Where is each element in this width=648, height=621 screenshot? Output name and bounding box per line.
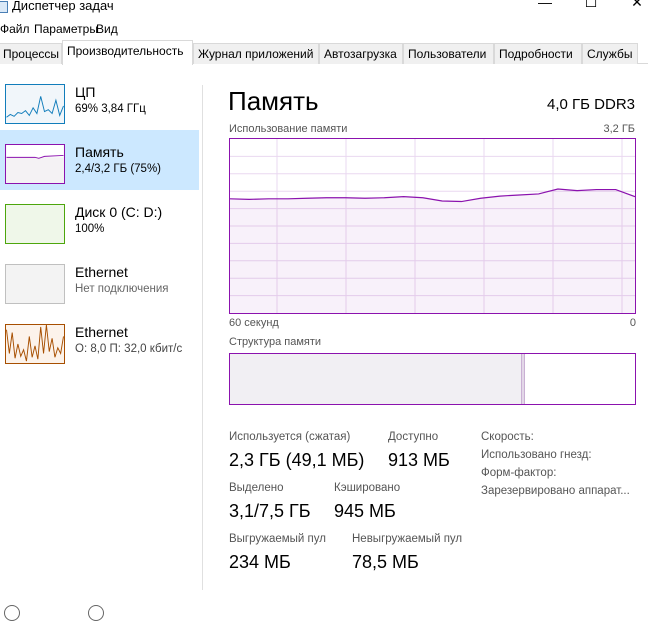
tab-services[interactable]: Службы [582, 43, 638, 64]
usage-area [230, 189, 635, 313]
ethernet-status: Нет подключения [75, 283, 169, 295]
ethernet-label: Ethernet [75, 264, 128, 280]
cpu-thumbnail [5, 84, 65, 124]
memory-spec: 4,0 ГБ DDR3 [547, 96, 635, 113]
available-label: Доступно [388, 431, 439, 443]
committed-label: Выделено [229, 482, 284, 494]
paged-pool-value: 234 МБ [229, 552, 291, 572]
chart-label: Использование памяти [229, 123, 348, 135]
composition-label: Структура памяти [229, 336, 322, 348]
nonpaged-pool-label: Невыгружаемый пул [352, 533, 463, 545]
composition-in-use [230, 354, 522, 404]
disk-usage: 100% [75, 223, 105, 235]
ethernet-throughput: О: 8,0 П: 32,0 кбит/с [75, 343, 183, 355]
tab-processes[interactable]: Процессы [0, 43, 62, 64]
committed-value: 3,1/7,5 ГБ [229, 501, 311, 521]
paged-pool-label: Выгружаемый пул [229, 533, 326, 545]
tab-details[interactable]: Подробности [494, 43, 582, 64]
slots-label: Использовано гнезд: [481, 449, 592, 461]
sidebar-item-ethernet-2[interactable]: Ethernet О: 8,0 П: 32,0 кбит/с [0, 310, 199, 370]
page-title: Память [228, 86, 319, 116]
ethernet-label: Ethernet [75, 324, 128, 340]
fewer-details-icon[interactable] [4, 605, 20, 621]
tab-app-history[interactable]: Журнал приложений [193, 43, 319, 64]
close-button[interactable]: ✕ [622, 0, 648, 11]
task-manager-icon [0, 1, 8, 13]
cached-label: Кэшировано [334, 482, 401, 494]
in-use-value: 2,3 ГБ (49,1 МБ) [229, 450, 365, 470]
disk-thumbnail [5, 204, 65, 244]
memory-label: Память [75, 144, 124, 160]
nonpaged-pool-value: 78,5 МБ [352, 552, 419, 572]
minimize-button[interactable]: — [530, 0, 560, 10]
memory-composition-bar [229, 353, 636, 405]
window-title: Диспетчер задач [12, 0, 114, 13]
memory-usage: 2,4/3,2 ГБ (75%) [75, 163, 162, 175]
ethernet-thumbnail [5, 324, 65, 364]
available-value: 913 МБ [388, 450, 450, 470]
speed-label: Скорость: [481, 431, 534, 443]
divider [202, 85, 203, 590]
sidebar-item-cpu[interactable]: ЦП 69% 3,84 ГГц [0, 70, 199, 130]
cpu-label: ЦП [75, 84, 96, 100]
form-factor-label: Форм-фактор: [481, 467, 557, 479]
chart-max: 3,2 ГБ [603, 123, 635, 135]
cpu-usage: 69% 3,84 ГГц [75, 103, 146, 115]
tab-bar: Процессы Производительность Журнал прило… [0, 40, 648, 65]
maximize-button[interactable]: ☐ [576, 0, 606, 11]
hardware-reserved-label: Зарезервировано аппарат... [481, 485, 630, 497]
composition-modified [521, 354, 525, 404]
tab-startup[interactable]: Автозагрузка [319, 43, 403, 64]
tab-users[interactable]: Пользователи [403, 43, 494, 64]
memory-usage-chart [229, 138, 636, 314]
memory-thumbnail [5, 144, 65, 184]
ethernet-thumbnail [5, 264, 65, 304]
sidebar-item-ethernet-1[interactable]: Ethernet Нет подключения [0, 250, 199, 310]
in-use-label: Используется (сжатая) [229, 431, 351, 443]
tab-performance[interactable]: Производительность [62, 40, 193, 65]
menu-file[interactable]: Файл [0, 22, 30, 36]
menu-options[interactable]: Параметры [34, 22, 98, 36]
sidebar-item-memory[interactable]: Память 2,4/3,2 ГБ (75%) [0, 130, 199, 190]
time-right-label: 0 [629, 317, 636, 329]
time-left-label: 60 секунд [229, 317, 279, 329]
menu-view[interactable]: Вид [96, 22, 118, 36]
title-bar: Диспетчер задач — ☐ ✕ [0, 0, 648, 22]
cached-value: 945 МБ [334, 501, 396, 521]
disk-label: Диск 0 (C: D:) [75, 204, 163, 220]
resource-monitor-icon[interactable] [88, 605, 104, 621]
sidebar-item-disk[interactable]: Диск 0 (C: D:) 100% [0, 190, 199, 250]
